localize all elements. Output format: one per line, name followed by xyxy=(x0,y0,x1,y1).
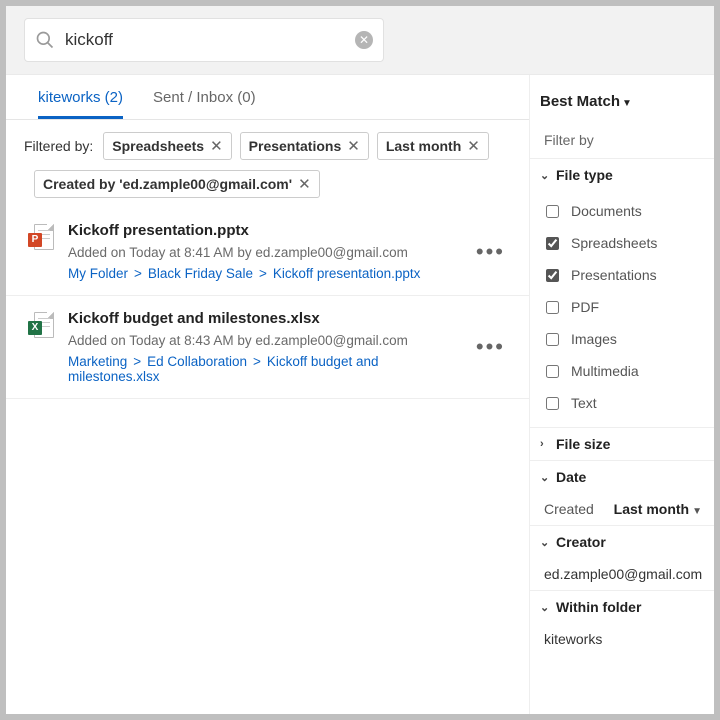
result-item[interactable]: X Kickoff budget and milestones.xlsx Add… xyxy=(6,296,529,399)
more-actions-icon[interactable]: ••• xyxy=(470,247,511,257)
chevron-down-icon: ⌄ xyxy=(540,536,550,549)
breadcrumb-separator: > xyxy=(127,354,147,369)
powerpoint-icon: P xyxy=(28,224,54,256)
filter-option-label: Presentations xyxy=(571,267,657,283)
search-icon xyxy=(35,30,55,50)
app-window: ✕ kiteworks (2) Sent / Inbox (0) Filtere… xyxy=(6,6,714,714)
chevron-down-icon: ⌄ xyxy=(540,601,550,614)
filter-checkbox[interactable] xyxy=(546,365,559,378)
caret-down-icon: ▼ xyxy=(622,98,632,109)
filter-chip[interactable]: Last month ✕ xyxy=(377,132,489,160)
filtered-by-label: Filtered by: xyxy=(24,138,93,154)
search-bar-area: ✕ xyxy=(6,6,714,75)
content-area: kiteworks (2) Sent / Inbox (0) Filtered … xyxy=(6,75,714,714)
breadcrumb-link[interactable]: Black Friday Sale xyxy=(148,266,253,281)
filter-by-heading: Filter by xyxy=(530,128,714,158)
chevron-down-icon: ⌄ xyxy=(540,169,550,182)
section-creator[interactable]: ⌄ Creator xyxy=(530,525,714,558)
filter-option[interactable]: Documents xyxy=(542,195,714,227)
chip-remove-icon[interactable]: ✕ xyxy=(210,137,223,155)
filter-chip-label: Last month xyxy=(386,138,461,154)
filter-option[interactable]: Text xyxy=(542,387,714,419)
chip-remove-icon[interactable]: ✕ xyxy=(467,137,480,155)
breadcrumb-link[interactable]: My Folder xyxy=(68,266,128,281)
filter-option-label: Documents xyxy=(571,203,642,219)
breadcrumb-link[interactable]: Marketing xyxy=(68,354,127,369)
breadcrumb-link[interactable]: Ed Collaboration xyxy=(147,354,247,369)
file-type-options: Documents Spreadsheets Presentations PDF… xyxy=(530,191,714,427)
section-label: Creator xyxy=(556,534,606,550)
filter-panel: Best Match▼ Filter by ⌄ File type Docume… xyxy=(529,75,714,714)
creator-value[interactable]: ed.zample00@gmail.com xyxy=(530,558,714,590)
filter-option-label: Images xyxy=(571,331,617,347)
filter-checkbox[interactable] xyxy=(546,205,559,218)
section-file-size[interactable]: › File size xyxy=(530,427,714,460)
filter-chip-label: Presentations xyxy=(249,138,342,154)
filter-option[interactable]: Multimedia xyxy=(542,355,714,387)
result-title[interactable]: Kickoff presentation.pptx xyxy=(68,222,456,239)
results-list: P Kickoff presentation.pptx Added on Tod… xyxy=(6,208,529,399)
filter-option-label: Multimedia xyxy=(571,363,639,379)
date-selector[interactable]: Created Last month▼ xyxy=(530,493,714,525)
filter-checkbox[interactable] xyxy=(546,397,559,410)
filter-option-label: Text xyxy=(571,395,597,411)
search-input[interactable] xyxy=(65,30,355,50)
section-label: File type xyxy=(556,167,613,183)
section-label: File size xyxy=(556,436,610,452)
filter-checkbox[interactable] xyxy=(546,237,559,250)
filter-chip[interactable]: Spreadsheets ✕ xyxy=(103,132,231,160)
filter-option[interactable]: Images xyxy=(542,323,714,355)
date-field-label: Created xyxy=(544,501,594,517)
tab-kiteworks[interactable]: kiteworks (2) xyxy=(38,89,123,119)
result-breadcrumb: Marketing>Ed Collaboration>Kickoff budge… xyxy=(68,354,456,384)
filter-option[interactable]: Spreadsheets xyxy=(542,227,714,259)
breadcrumb-separator: > xyxy=(253,266,273,281)
tabs: kiteworks (2) Sent / Inbox (0) xyxy=(6,75,529,120)
section-file-type[interactable]: ⌄ File type xyxy=(530,158,714,191)
filter-chip[interactable]: Created by 'ed.zample00@gmail.com' ✕ xyxy=(34,170,320,198)
active-filters-row: Filtered by: Spreadsheets ✕ Presentation… xyxy=(6,120,529,160)
section-date[interactable]: ⌄ Date xyxy=(530,460,714,493)
result-meta: Added on Today at 8:43 AM by ed.zample00… xyxy=(68,333,456,348)
filter-checkbox[interactable] xyxy=(546,333,559,346)
result-breadcrumb: My Folder>Black Friday Sale>Kickoff pres… xyxy=(68,266,456,281)
chip-remove-icon[interactable]: ✕ xyxy=(347,137,360,155)
section-label: Date xyxy=(556,469,586,485)
filter-checkbox[interactable] xyxy=(546,301,559,314)
breadcrumb-separator: > xyxy=(128,266,148,281)
date-value: Last month xyxy=(614,501,689,517)
caret-down-icon: ▼ xyxy=(692,506,702,517)
result-item[interactable]: P Kickoff presentation.pptx Added on Tod… xyxy=(6,208,529,296)
excel-icon: X xyxy=(28,312,54,344)
within-folder-value[interactable]: kiteworks xyxy=(530,623,714,655)
chevron-down-icon: ⌄ xyxy=(540,471,550,484)
sort-label: Best Match xyxy=(540,93,620,110)
more-actions-icon[interactable]: ••• xyxy=(470,342,511,352)
results-pane: kiteworks (2) Sent / Inbox (0) Filtered … xyxy=(6,75,529,714)
filter-checkbox[interactable] xyxy=(546,269,559,282)
breadcrumb-separator: > xyxy=(247,354,267,369)
search-box[interactable]: ✕ xyxy=(24,18,384,62)
sort-dropdown[interactable]: Best Match▼ xyxy=(530,89,714,128)
filter-chip[interactable]: Presentations ✕ xyxy=(240,132,369,160)
filter-chip-label: Spreadsheets xyxy=(112,138,204,154)
tab-sent-inbox[interactable]: Sent / Inbox (0) xyxy=(153,89,256,119)
result-body: Kickoff presentation.pptx Added on Today… xyxy=(68,222,456,281)
clear-search-icon[interactable]: ✕ xyxy=(355,31,373,49)
filter-option[interactable]: PDF xyxy=(542,291,714,323)
filter-option[interactable]: Presentations xyxy=(542,259,714,291)
chevron-right-icon: › xyxy=(540,438,550,450)
filter-option-label: PDF xyxy=(571,299,599,315)
filter-option-label: Spreadsheets xyxy=(571,235,657,251)
section-label: Within folder xyxy=(556,599,641,615)
breadcrumb-link[interactable]: Kickoff presentation.pptx xyxy=(273,266,421,281)
result-meta: Added on Today at 8:41 AM by ed.zample00… xyxy=(68,245,456,260)
active-filters-row-2: Created by 'ed.zample00@gmail.com' ✕ xyxy=(6,160,529,208)
section-within-folder[interactable]: ⌄ Within folder xyxy=(530,590,714,623)
result-title[interactable]: Kickoff budget and milestones.xlsx xyxy=(68,310,456,327)
result-body: Kickoff budget and milestones.xlsx Added… xyxy=(68,310,456,384)
chip-remove-icon[interactable]: ✕ xyxy=(298,175,311,193)
filter-chip-label: Created by 'ed.zample00@gmail.com' xyxy=(43,176,292,192)
